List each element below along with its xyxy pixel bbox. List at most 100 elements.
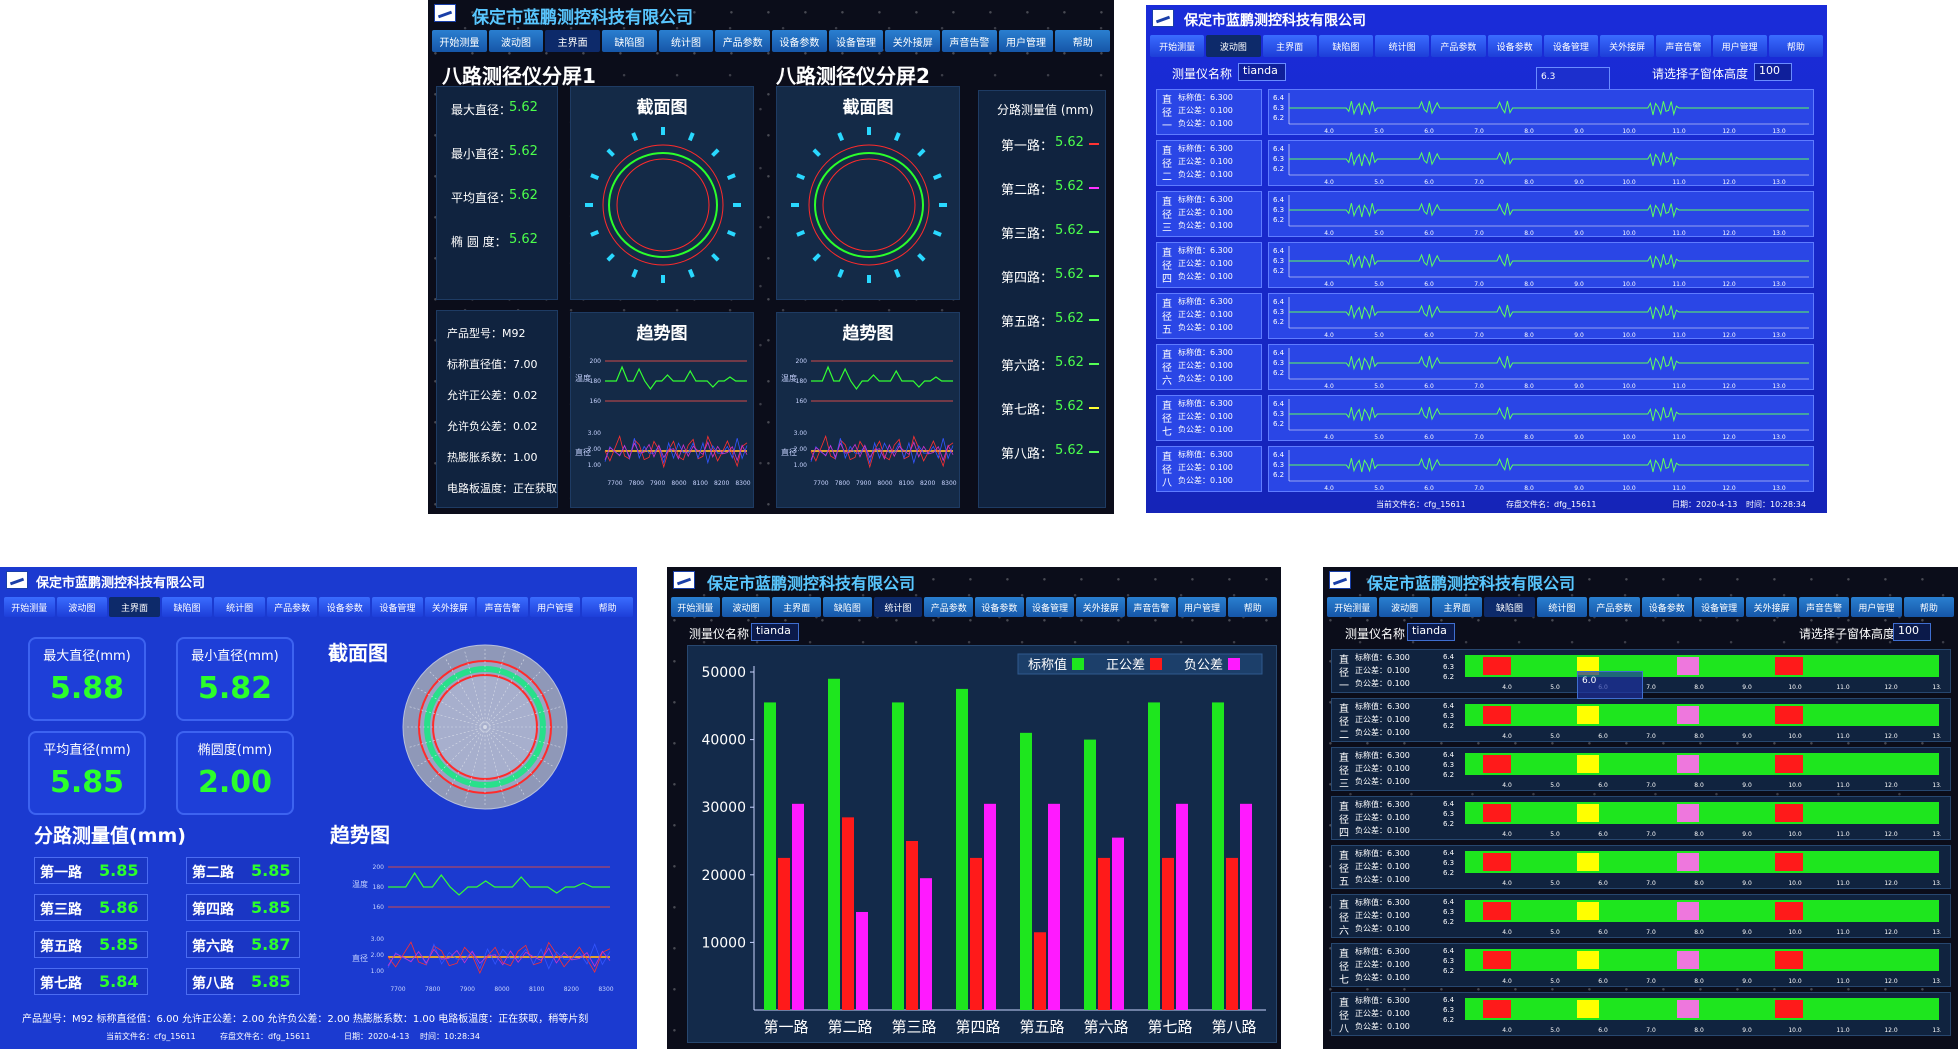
nav-item[interactable]: 关外接屏 [1076, 597, 1126, 617]
nav-item[interactable]: 关外接屏 [424, 597, 476, 617]
channel-box: 第三路 5.86 [34, 894, 148, 921]
nav-item[interactable]: 主界面 [772, 597, 822, 617]
row-param: 正公差：0.100 [1178, 259, 1233, 268]
instrument-select[interactable]: tianda [751, 623, 799, 641]
row-param: 负公差：0.100 [1355, 728, 1410, 737]
nav-item[interactable]: 用户管理 [1177, 597, 1227, 617]
nav-item[interactable]: 用户管理 [998, 30, 1054, 52]
nav-item[interactable]: 声音告警 [1127, 597, 1176, 617]
defect-marker-red [1483, 1000, 1511, 1018]
nav-item[interactable]: 声音告警 [942, 30, 997, 52]
height-select[interactable]: 100 [1893, 623, 1931, 641]
x-tick-label: 13.0 [1772, 230, 1786, 237]
nav-item[interactable]: 开始测量 [1327, 597, 1378, 617]
nav-item[interactable]: 帮助 [1228, 597, 1278, 617]
defect-marker-red [1483, 706, 1511, 724]
nav-item[interactable]: 设备管理 [1693, 597, 1745, 617]
wave-row: 直径一标称值：6.300 正公差：0.100 负公差：0.100 6.4 6.3 6.2 4… [1156, 89, 1814, 135]
nav-item[interactable]: 主界面 [1262, 35, 1317, 57]
nav-item[interactable]: 波动图 [56, 597, 108, 617]
nav-item[interactable]: 产品参数 [924, 597, 974, 617]
trend-panel-1: 趋势图 200 180 160 3.00 2.00 1.00 7700 7800 7900 800… [570, 312, 754, 508]
defect-marker-yellow [1577, 755, 1599, 773]
measured-profile [814, 152, 924, 258]
nav-item[interactable]: 用户管理 [1712, 35, 1767, 57]
nav-item[interactable]: 设备参数 [975, 597, 1024, 617]
nav-item[interactable]: 产品参数 [715, 30, 771, 52]
nav-item[interactable]: 产品参数 [266, 597, 318, 617]
nav-item[interactable]: 波动图 [1379, 597, 1430, 617]
x-tick-label: 8.0 [1694, 733, 1704, 740]
sensor-tick [590, 229, 600, 237]
instrument-select[interactable]: tianda [1407, 623, 1455, 641]
nav-item[interactable]: 缺陷图 [161, 597, 213, 617]
sensor-tick [812, 253, 821, 262]
nav-item[interactable]: 主界面 [545, 30, 601, 52]
x-tick-label: 12.0 [1884, 1027, 1898, 1034]
nav-item[interactable]: 开始测量 [1150, 35, 1205, 57]
nav-item[interactable]: 统计图 [658, 30, 714, 52]
y-tick-label: 6.2 [1443, 1016, 1454, 1024]
instrument-select[interactable]: tianda [1238, 63, 1286, 81]
y-tick-label: 6.3 [1443, 663, 1454, 671]
param-text: 热膨胀系数：1.00 [447, 451, 538, 464]
nav-item[interactable]: 主界面 [1431, 597, 1483, 617]
x-tick-label: 4.0 [1502, 782, 1512, 789]
x-tick-label: 10.0 [1788, 684, 1802, 691]
nav-item[interactable]: 波动图 [1206, 35, 1261, 57]
nav-item[interactable]: 设备管理 [1543, 35, 1598, 57]
bar-plus [842, 817, 854, 1010]
x-tick-label: 8200 [920, 480, 935, 487]
nav-item[interactable]: 声音告警 [477, 597, 528, 617]
height-select[interactable]: 100 [1754, 63, 1792, 81]
nav-item[interactable]: 开始测量 [671, 597, 720, 617]
nav-item[interactable]: 统计图 [1536, 597, 1588, 617]
footer-info: 存盘文件名：dfg_15611 [220, 1032, 311, 1041]
nav-item[interactable]: 关外接屏 [1746, 597, 1797, 617]
nav-item[interactable]: 产品参数 [1431, 35, 1486, 57]
row-param: 正公差：0.100 [1178, 310, 1233, 319]
channel-box: 第六路 5.87 [186, 931, 300, 958]
nav-item[interactable]: 设备参数 [1487, 35, 1542, 57]
nav-item[interactable]: 开始测量 [432, 30, 487, 52]
nav-item[interactable]: 帮助 [582, 597, 633, 617]
nav-item[interactable]: 统计图 [873, 597, 923, 617]
nav-item[interactable]: 帮助 [1055, 30, 1111, 52]
diameter-axis-label: 直径 [352, 953, 368, 963]
stat-card: 平均直径(mm) 5.85 [28, 731, 146, 815]
nav-item[interactable]: 设备管理 [828, 30, 884, 52]
stat-value: 5.62 [509, 100, 538, 115]
nav-item[interactable]: 设备参数 [772, 30, 827, 52]
nav-item[interactable]: 声音告警 [1656, 35, 1711, 57]
nav-item[interactable]: 关外接屏 [1600, 35, 1655, 57]
nav-item[interactable]: 统计图 [1375, 35, 1430, 57]
nav-item[interactable]: 缺陷图 [1484, 597, 1535, 617]
nav-item[interactable]: 用户管理 [529, 597, 581, 617]
nav-item[interactable]: 帮助 [1768, 35, 1823, 57]
wave-row: 直径四标称值：6.300 正公差：0.100 负公差：0.100 6.4 6.3 6.2 4… [1156, 242, 1814, 288]
temp-axis-label: 温度 [575, 373, 591, 383]
nav-item[interactable]: 声音告警 [1798, 597, 1850, 617]
nav-item[interactable]: 缺陷图 [823, 597, 872, 617]
nav-item[interactable]: 统计图 [214, 597, 265, 617]
x-tick-label: 5.0 [1374, 230, 1384, 237]
x-tick-label: 10.0 [1788, 929, 1802, 936]
nominal-band [1465, 704, 1939, 726]
sensor-tick [606, 148, 615, 157]
nav-item[interactable]: 用户管理 [1851, 597, 1902, 617]
nav-item[interactable]: 缺陷图 [602, 30, 657, 52]
nav-item[interactable]: 设备管理 [372, 597, 423, 617]
nav-item[interactable]: 波动图 [488, 30, 544, 52]
nav-item[interactable]: 开始测量 [4, 597, 55, 617]
nav-item[interactable]: 主界面 [109, 597, 160, 617]
nav-item[interactable]: 产品参数 [1589, 597, 1640, 617]
nav-item[interactable]: 帮助 [1903, 597, 1955, 617]
nav-item[interactable]: 波动图 [721, 597, 771, 617]
nav-item[interactable]: 设备管理 [1025, 597, 1075, 617]
nav-item[interactable]: 缺陷图 [1318, 35, 1373, 57]
nav-item[interactable]: 关外接屏 [885, 30, 941, 52]
row-param: 负公差：0.100 [1178, 374, 1233, 383]
statistics-bar-chart: 10000 20000 30000 40000 50000 第一路 第二路 第三路 第四路 第五路… [701, 653, 1266, 1036]
nav-item[interactable]: 设备参数 [1641, 597, 1692, 617]
nav-item[interactable]: 设备参数 [319, 597, 371, 617]
